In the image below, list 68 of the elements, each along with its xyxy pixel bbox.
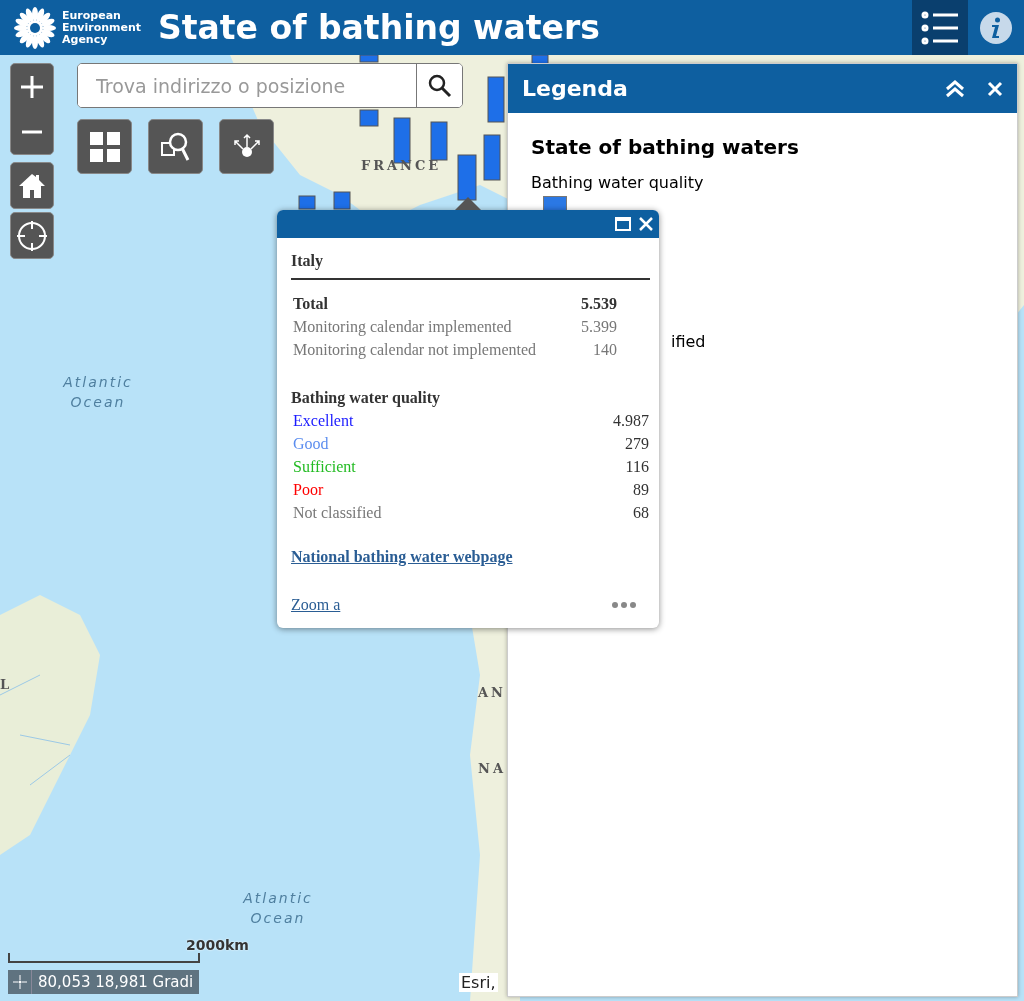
bar-marker[interactable] <box>483 134 501 181</box>
coordinates-text: 80,053 18,981 Gradi <box>37 973 195 991</box>
info-icon <box>979 10 1013 45</box>
map-label: Atlantic Ocean <box>61 373 134 412</box>
row-value: 4.987 <box>612 411 649 431</box>
row-label: Total <box>293 294 329 314</box>
quality-label: Good <box>293 434 330 454</box>
query-search-button[interactable] <box>148 119 203 174</box>
scale-label: 2000km <box>186 937 249 953</box>
bar-marker[interactable] <box>457 154 477 201</box>
grid-icon <box>89 131 120 162</box>
section-title: Bathing water quality <box>291 389 442 407</box>
close-icon <box>639 217 653 231</box>
search-button[interactable] <box>416 64 462 107</box>
quality-label: Poor <box>293 480 325 500</box>
bar-marker[interactable] <box>359 109 379 127</box>
collapse-button[interactable] <box>945 79 965 98</box>
organization-name: European Environment Agency <box>62 9 142 46</box>
maximize-button[interactable] <box>615 217 631 231</box>
row-value: 89 <box>632 480 649 500</box>
share-arrows-button[interactable] <box>219 119 274 174</box>
row-value: 5.399 <box>580 317 617 337</box>
list-icon <box>920 9 960 46</box>
more-icon[interactable] <box>612 602 636 608</box>
plus-icon <box>20 74 44 99</box>
search-icon <box>427 73 452 98</box>
row-value: 68 <box>632 503 649 523</box>
close-icon <box>987 80 1003 97</box>
bar-marker[interactable] <box>430 121 448 161</box>
minus-icon <box>22 129 42 134</box>
map-label: Atlantic Ocean <box>241 889 314 928</box>
map-label: FRANCE <box>361 158 442 173</box>
zoom-link[interactable]: Zoom a <box>291 596 341 614</box>
map-label: L <box>0 677 13 692</box>
chevrons-up-icon <box>945 79 965 98</box>
webpage-link[interactable]: National bathing water webpage <box>291 548 513 566</box>
sunflower-logo-icon <box>14 6 56 49</box>
search-field[interactable]: Trova indirizzo o posizione <box>77 63 463 108</box>
legend-title: Legenda <box>522 76 629 101</box>
legend-group-title: Bathing water quality <box>531 173 705 192</box>
quality-label: Not classified <box>293 503 383 523</box>
legend-item-label: ified <box>671 332 707 351</box>
bar-marker[interactable] <box>333 191 351 210</box>
row-label: Monitoring calendar implemented <box>293 317 513 338</box>
bar-marker[interactable] <box>487 76 505 123</box>
quality-label: Sufficient <box>293 457 357 477</box>
document-magnifier-icon <box>160 130 191 163</box>
row-label: Monitoring calendar not implemented <box>293 340 538 361</box>
app-title: State of bathing waters <box>158 8 601 47</box>
row-value: 279 <box>624 434 649 454</box>
home-icon <box>18 172 46 199</box>
row-value: 5.539 <box>580 294 617 314</box>
row-value: 116 <box>624 457 649 477</box>
row-value: 140 <box>592 340 617 360</box>
close-button[interactable] <box>639 217 653 231</box>
basemap-grid-button[interactable] <box>77 119 132 174</box>
crosshair-icon <box>12 975 27 989</box>
popup-title: Italy <box>291 252 650 280</box>
legend-list-button[interactable] <box>912 0 968 55</box>
legend-layer-title: State of bathing waters <box>531 135 800 159</box>
close-button[interactable] <box>987 80 1003 97</box>
crosshair-icon <box>16 219 48 252</box>
quality-label: Excellent <box>293 411 355 431</box>
map-label: AN <box>478 685 506 700</box>
map-label: NA <box>478 761 506 776</box>
bar-marker[interactable] <box>298 195 316 210</box>
maximize-icon <box>615 217 631 231</box>
map-attribution: Esri, <box>459 973 498 992</box>
